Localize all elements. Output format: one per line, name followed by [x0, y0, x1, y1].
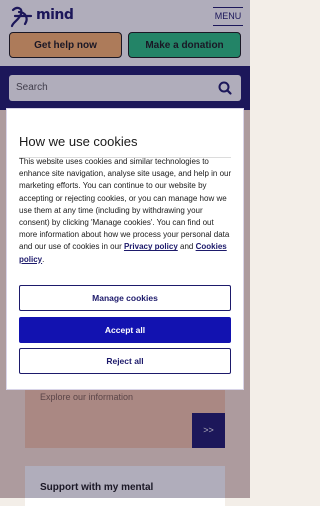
- period: .: [42, 254, 45, 264]
- accept-all-button[interactable]: Accept all: [19, 317, 231, 343]
- cookie-modal-body: This website uses cookies and similar te…: [19, 156, 233, 266]
- privacy-policy-link[interactable]: Privacy policy: [124, 242, 178, 251]
- cookie-modal-title: How we use cookies: [19, 134, 138, 149]
- and-text: and: [180, 242, 194, 252]
- reject-all-button[interactable]: Reject all: [19, 348, 231, 374]
- cookie-consent-modal: How we use cookies This website uses coo…: [7, 109, 243, 389]
- cookie-body-text: This website uses cookies and similar te…: [19, 157, 232, 252]
- manage-cookies-button[interactable]: Manage cookies: [19, 285, 231, 311]
